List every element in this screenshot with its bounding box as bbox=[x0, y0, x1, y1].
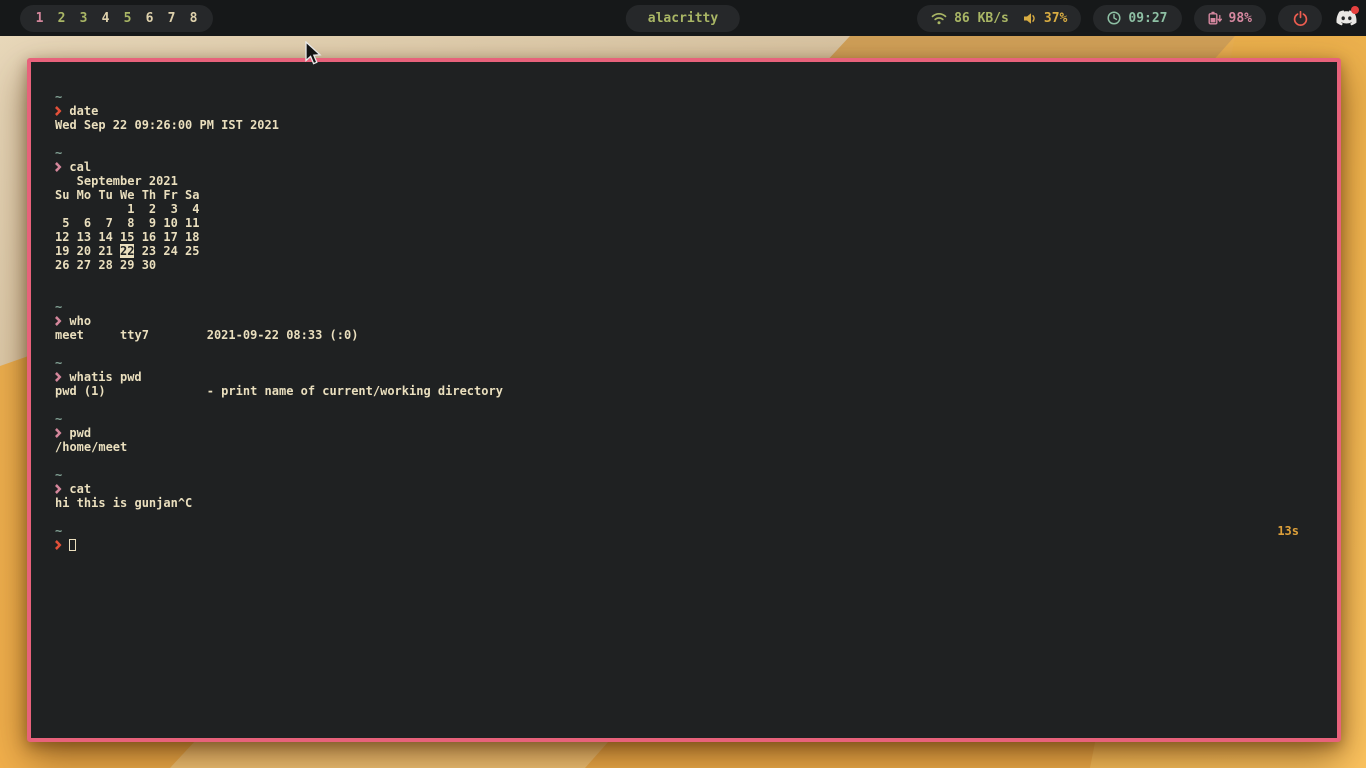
terminal-line: 1 2 3 4 bbox=[55, 202, 200, 216]
terminal-line: ~ bbox=[55, 468, 63, 482]
command-duration-badge: 13s bbox=[1277, 524, 1299, 538]
terminal-cursor bbox=[69, 539, 77, 551]
volume-icon bbox=[1023, 12, 1035, 24]
terminal-line: pwd (1) - print name of current/working … bbox=[55, 384, 503, 398]
window-title-pill: alacritty bbox=[625, 4, 741, 32]
power-icon bbox=[1293, 10, 1307, 26]
workspace-6[interactable]: 6 bbox=[145, 11, 154, 26]
prompt-arrow-icon bbox=[55, 426, 62, 440]
battery-charging-icon bbox=[1208, 11, 1222, 25]
terminal-line: cal bbox=[55, 160, 1313, 174]
volume-segment: 37% bbox=[1023, 11, 1067, 26]
terminal-output: ~ date Wed Sep 22 09:26:00 PM IST 2021 ~ c… bbox=[31, 62, 1337, 738]
terminal-line: who bbox=[55, 314, 1313, 328]
terminal-line: 26 27 28 29 30 bbox=[55, 258, 157, 272]
terminal-line: date bbox=[55, 104, 1313, 118]
status-cluster: 86 KB/s 37% 09:27 98% bbox=[917, 4, 1359, 32]
clock-time: 09:27 bbox=[1128, 10, 1168, 26]
terminal-line: pwd bbox=[55, 426, 1313, 440]
volume-percent: 37% bbox=[1043, 10, 1068, 26]
notification-badge bbox=[1351, 6, 1359, 14]
terminal-line: whatis pwd bbox=[55, 370, 1313, 384]
workspace-2[interactable]: 2 bbox=[57, 11, 66, 26]
top-bar: 12345678 alacritty 86 KB/s 37% 09:27 98% bbox=[0, 0, 1366, 36]
power-button[interactable] bbox=[1278, 4, 1322, 32]
terminal-window[interactable]: ~ date Wed Sep 22 09:26:00 PM IST 2021 ~ c… bbox=[27, 58, 1341, 742]
clock-pill: 09:27 bbox=[1093, 4, 1182, 32]
prompt-arrow-icon bbox=[55, 160, 62, 174]
discord-tray-icon[interactable] bbox=[1334, 6, 1359, 30]
prompt-arrow-icon bbox=[55, 482, 62, 496]
prompt-arrow-icon bbox=[55, 538, 62, 552]
workspace-8[interactable]: 8 bbox=[189, 11, 198, 26]
terminal-line bbox=[55, 538, 1313, 552]
network-speed: 86 KB/s bbox=[954, 10, 1009, 26]
battery-pill: 98% bbox=[1193, 4, 1266, 32]
terminal-line: 19 20 21 22 23 24 25 bbox=[55, 244, 200, 258]
clock-icon bbox=[1107, 11, 1121, 25]
terminal-line: /home/meet bbox=[55, 440, 128, 454]
terminal-line: Su Mo Tu We Th Fr Sa bbox=[55, 188, 200, 202]
terminal-line: ~ bbox=[55, 356, 63, 370]
window-title: alacritty bbox=[647, 10, 719, 26]
terminal-line: ~ bbox=[55, 146, 63, 160]
terminal-line: 13s ~ bbox=[55, 524, 1299, 538]
prompt-arrow-icon bbox=[55, 370, 62, 384]
terminal-line: Wed Sep 22 09:26:00 PM IST 2021 bbox=[55, 118, 279, 132]
network-segment: 86 KB/s bbox=[931, 11, 1009, 26]
terminal-line: 5 6 7 8 9 10 11 bbox=[55, 216, 200, 230]
prompt-arrow-icon bbox=[55, 314, 62, 328]
terminal-line: meet tty7 2021-09-22 08:33 (:0) bbox=[55, 328, 359, 342]
network-volume-pill: 86 KB/s 37% bbox=[917, 4, 1082, 32]
terminal-line: ~ bbox=[55, 300, 63, 314]
workspace-list: 12345678 bbox=[20, 4, 213, 32]
prompt-arrow-icon bbox=[55, 104, 62, 118]
workspace-3[interactable]: 3 bbox=[79, 11, 88, 26]
workspace-7[interactable]: 7 bbox=[167, 11, 176, 26]
terminal-line: ~ bbox=[55, 412, 63, 426]
workspace-5[interactable]: 5 bbox=[123, 11, 132, 26]
terminal-line: cat bbox=[55, 482, 1313, 496]
terminal-line: 12 13 14 15 16 17 18 bbox=[55, 230, 200, 244]
terminal-line: ~ bbox=[55, 90, 63, 104]
workspace-1[interactable]: 1 bbox=[35, 11, 44, 26]
terminal-line: hi this is gunjan^C bbox=[55, 496, 193, 510]
wifi-icon bbox=[931, 12, 947, 24]
workspace-4[interactable]: 4 bbox=[101, 11, 110, 26]
terminal-line: September 2021 bbox=[55, 174, 178, 188]
battery-percent: 98% bbox=[1228, 10, 1252, 26]
